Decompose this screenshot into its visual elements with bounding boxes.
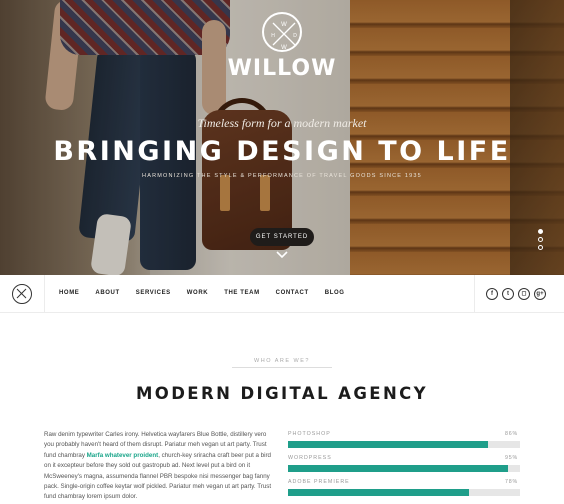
facebook-icon[interactable]: f: [486, 288, 498, 300]
body-highlight-link[interactable]: Marfa whatever proident: [87, 452, 159, 459]
logo-emblem-icon[interactable]: W W H D: [262, 12, 302, 52]
skill-name: ADOBE PREMIERE: [288, 479, 350, 485]
skill-fill: [288, 489, 469, 496]
skill-name: PHOTOSHOP: [288, 431, 331, 437]
slider-dot[interactable]: [538, 245, 543, 250]
hero-section: W W H D WILLOW Timeless form for a moder…: [0, 0, 564, 275]
nav-item-blog[interactable]: BLOG: [325, 290, 345, 296]
skill-bar: ADOBE PREMIERE 78%: [288, 479, 520, 503]
nav-item-contact[interactable]: CONTACT: [276, 290, 309, 296]
section-title: MODERN DIGITAL AGENCY: [135, 384, 429, 403]
social-links: f t ◻ g+: [486, 288, 550, 300]
nav-menu: HOME ABOUT SERVICES WORK THE TEAM CONTAC…: [59, 290, 361, 296]
nav-item-home[interactable]: HOME: [59, 290, 79, 296]
section-eyebrow: WHO ARE WE?: [232, 358, 332, 368]
skill-track: [288, 489, 520, 496]
nav-divider: [474, 275, 475, 313]
skill-fill: [288, 465, 509, 472]
google-plus-icon[interactable]: g+: [534, 288, 546, 300]
skill-fill: [288, 441, 488, 448]
skill-percent: 86%: [504, 431, 518, 437]
skill-name: WORDPRESS: [288, 455, 332, 461]
nav-divider: [44, 275, 45, 313]
brand-logo-text[interactable]: WILLOW: [200, 56, 364, 81]
chevron-down-icon[interactable]: [275, 250, 289, 260]
instagram-icon[interactable]: ◻: [518, 288, 530, 300]
get-started-button[interactable]: GET STARTED: [250, 228, 314, 246]
skills-list: PHOTOSHOP 86% WORDPRESS 95% ADOBE PREMIE…: [288, 431, 520, 503]
nav-item-work[interactable]: WORK: [187, 290, 208, 296]
logo-letter-top: W: [281, 22, 287, 28]
slider-dot[interactable]: [538, 229, 543, 234]
hero-subline: HARMONIZING THE STYLE & PERFORMANCE OF T…: [142, 173, 422, 179]
nav-item-the-team[interactable]: THE TEAM: [224, 290, 259, 296]
skill-track: [288, 465, 520, 472]
skill-bar: WORDPRESS 95%: [288, 455, 520, 479]
logo-letter-left: H: [271, 33, 275, 39]
nav-item-about[interactable]: ABOUT: [95, 290, 119, 296]
twitter-icon[interactable]: t: [502, 288, 514, 300]
logo-letter-right: D: [293, 33, 297, 39]
nav-item-services[interactable]: SERVICES: [136, 290, 171, 296]
logo-letter-bottom: W: [281, 45, 287, 51]
skill-bar: PHOTOSHOP 86%: [288, 431, 520, 455]
slider-dot[interactable]: [538, 237, 543, 242]
slider-pagination: [538, 229, 546, 253]
about-body-text: Raw denim typewriter Carles irony. Helve…: [44, 430, 276, 503]
nav-logo-icon[interactable]: [12, 284, 32, 304]
body-text-part: , church-key sriracha craft beer put a b…: [44, 451, 272, 501]
skill-percent: 78%: [504, 479, 518, 485]
hero-tagline: Timeless form for a modern market: [197, 116, 367, 130]
main-navbar: HOME ABOUT SERVICES WORK THE TEAM CONTAC…: [0, 275, 564, 313]
hero-headline: BRINGING DESIGN TO LIFE: [53, 136, 511, 167]
skill-track: [288, 441, 520, 448]
skill-percent: 95%: [504, 455, 518, 461]
